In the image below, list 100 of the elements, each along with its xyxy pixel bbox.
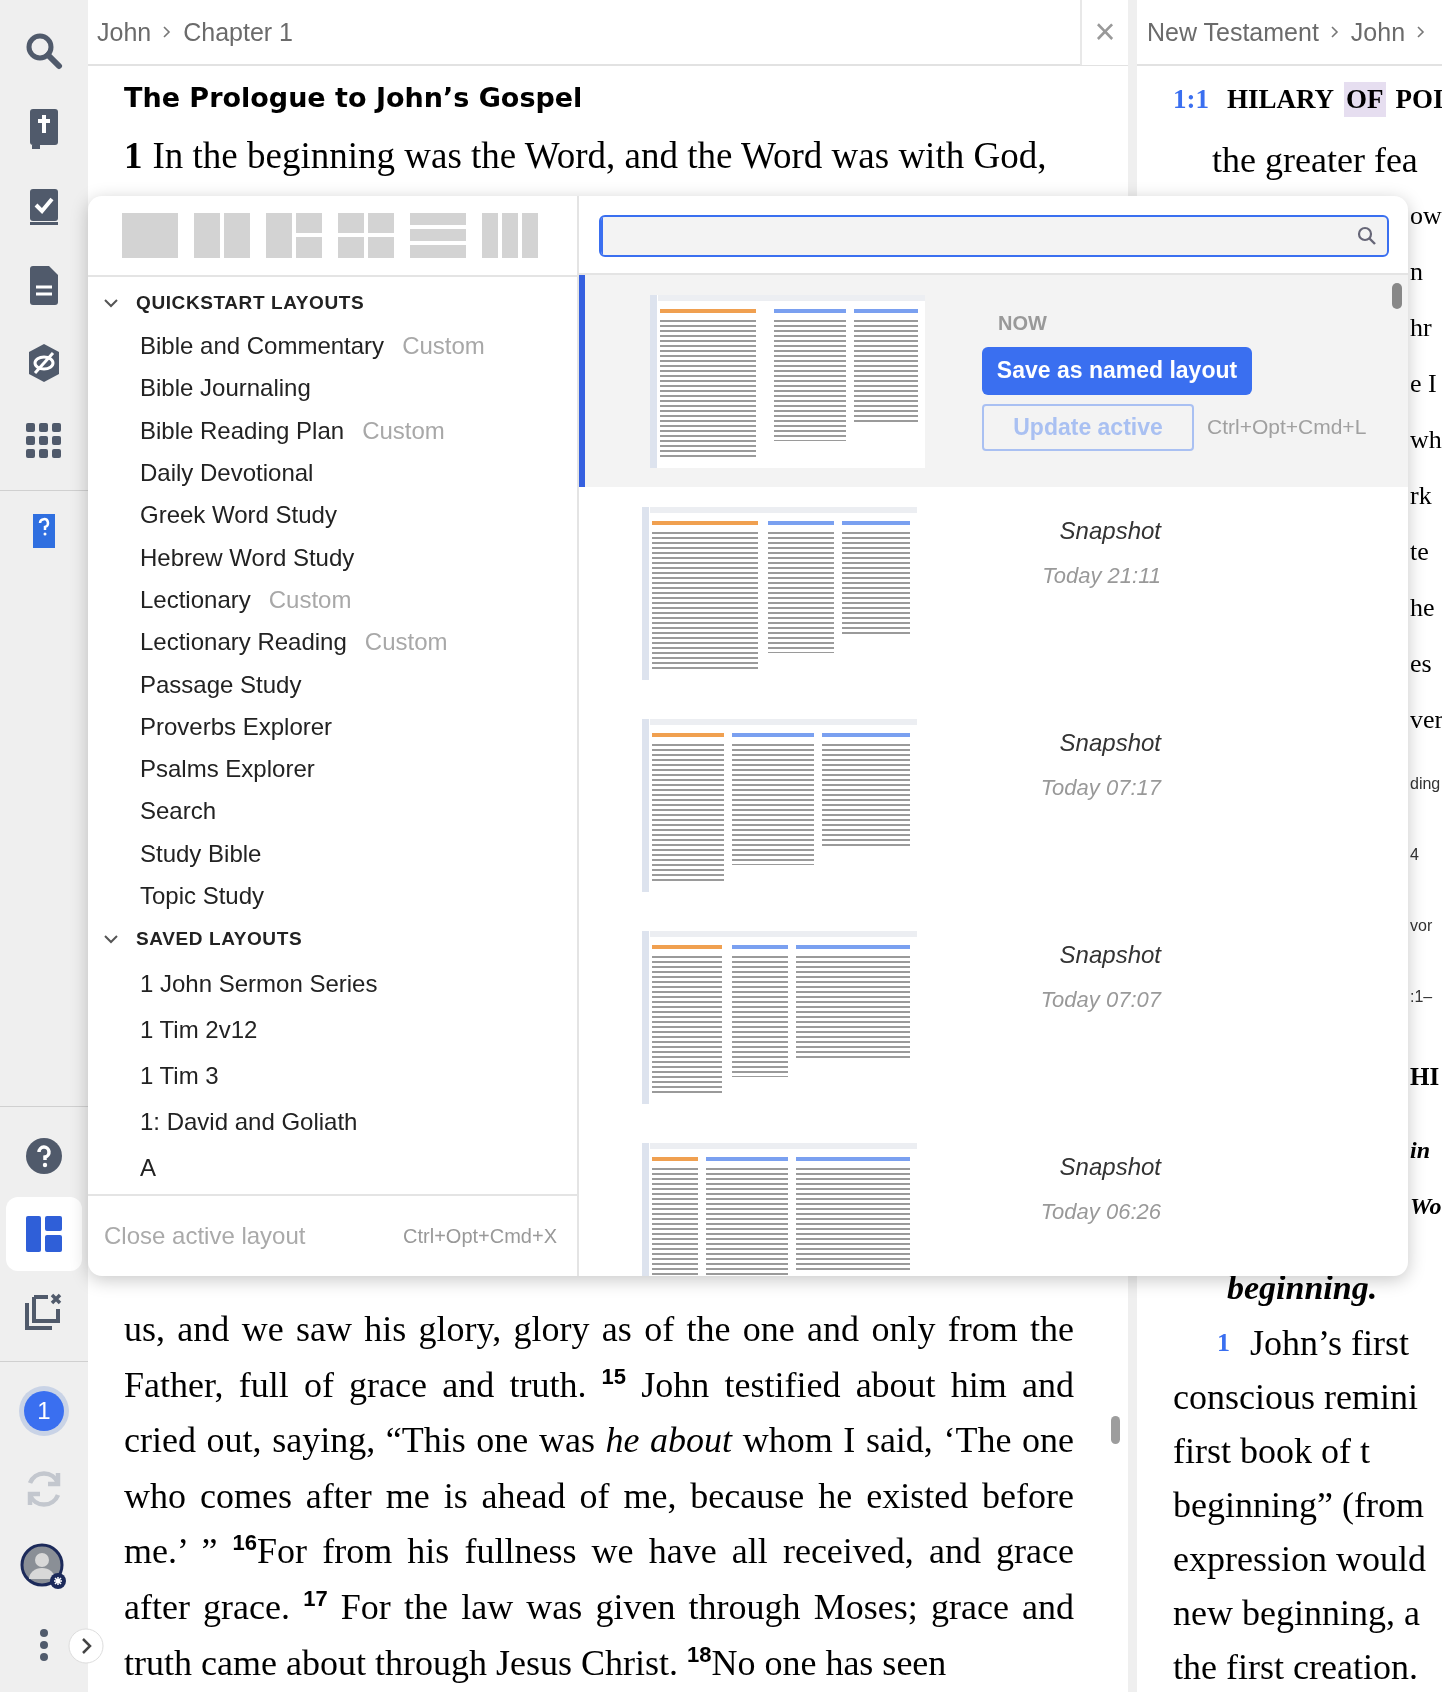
layout-item[interactable]: 1 Tim 2v12 xyxy=(140,1016,258,1045)
snapshot-row[interactable]: Snapshot Today 21:11 xyxy=(579,487,1408,699)
section-title: QUICKSTART LAYOUTS xyxy=(136,292,365,314)
text-fragment: hr xyxy=(1410,313,1432,343)
snapshot-label: Snapshot xyxy=(1059,517,1161,545)
text-fragment: wh xyxy=(1410,425,1442,455)
verse-text: In the beginning was the Word, and the Word was with God, xyxy=(152,135,1047,176)
layouts-button[interactable] xyxy=(6,1197,82,1271)
layout-item[interactable]: Hebrew Word Study xyxy=(140,543,355,572)
commentary-text: conscious remini xyxy=(1173,1376,1418,1418)
layout-item[interactable]: Bible Journaling xyxy=(140,374,311,403)
chevron-icon[interactable] xyxy=(104,934,118,945)
snapshot-label: Snapshot xyxy=(1059,729,1161,757)
now-label: NOW xyxy=(998,311,1048,335)
apps-grid-icon[interactable] xyxy=(26,423,62,459)
layout-icon xyxy=(26,1216,62,1252)
snapshot-time: Today 07:07 xyxy=(1040,987,1161,1013)
commentary-text: expression would xyxy=(1173,1538,1426,1580)
layout-item[interactable]: Greek Word Study xyxy=(140,501,337,530)
text-fragment: rk xyxy=(1410,481,1432,511)
text-fragment: HI xyxy=(1410,1062,1440,1092)
shield-icon[interactable] xyxy=(27,343,61,383)
breadcrumb-item[interactable]: John xyxy=(1350,17,1406,47)
layout-item[interactable]: 1 John Sermon Series xyxy=(140,970,378,999)
text-fragment: ding xyxy=(1410,774,1441,793)
layout-item[interactable]: Search xyxy=(140,797,217,826)
text-fragment: in xyxy=(1410,1136,1430,1164)
shortcut-text: Ctrl+Opt+Cmd+L xyxy=(1207,415,1367,439)
layout-tile-icon[interactable] xyxy=(122,213,178,258)
help-book-icon[interactable] xyxy=(33,514,55,548)
layout-item[interactable]: Proverbs Explorer xyxy=(140,712,333,741)
commentary-text: beginning” (from xyxy=(1173,1484,1424,1526)
highlighted-word: OF xyxy=(1344,81,1386,117)
copy-close-icon xyxy=(24,1293,64,1331)
search-icon[interactable] xyxy=(25,32,63,70)
layout-tile-icon[interactable] xyxy=(482,213,538,258)
text-fragment: vor xyxy=(1410,916,1433,935)
verse-number: 1 xyxy=(124,135,143,176)
layout-tile-icon[interactable] xyxy=(266,213,322,258)
bible-icon[interactable] xyxy=(28,107,60,151)
layout-item[interactable]: 1 Tim 3 xyxy=(140,1062,219,1091)
layout-item[interactable]: Topic Study xyxy=(140,882,265,910)
expand-button[interactable] xyxy=(68,1628,104,1664)
checklist-book-icon[interactable] xyxy=(28,187,60,227)
more-icon[interactable] xyxy=(39,1628,49,1662)
snapshot-time: Today 06:26 xyxy=(1040,1199,1161,1225)
section-title: SAVED LAYOUTS xyxy=(136,928,303,951)
avatar[interactable] xyxy=(20,1543,68,1591)
help-icon xyxy=(25,1137,63,1175)
snapshot-row[interactable]: Snapshot Today 07:17 xyxy=(579,699,1408,911)
snapshot-row[interactable]: Snapshot Today 07:07 xyxy=(579,911,1408,1123)
custom-tag: Custom xyxy=(364,628,448,657)
layout-item[interactable]: Psalms Explorer xyxy=(140,755,315,784)
commentary-text: new beginning, a xyxy=(1173,1592,1420,1634)
save-button[interactable]: Save as named layout xyxy=(982,346,1252,395)
verse-reference[interactable]: 1:1 xyxy=(1173,83,1209,115)
breadcrumb-item[interactable]: New Testament xyxy=(1147,17,1319,47)
current-layout-row[interactable]: NOW Save as named layout Update active Ctrl+Opt+Cmd+L xyxy=(579,275,1408,487)
commentary-text: John’s first xyxy=(1250,1322,1409,1364)
snapshot-label: Snapshot xyxy=(1059,1153,1161,1181)
layout-item[interactable]: Daily Devotional xyxy=(140,459,314,488)
text-fragment: e I xyxy=(1410,369,1437,399)
layout-tile-icon[interactable] xyxy=(410,213,466,258)
commentary-text: the greater fea xyxy=(1211,139,1419,182)
layout-tile-icon[interactable] xyxy=(194,213,250,258)
commentary-text: the first creation. xyxy=(1173,1646,1418,1688)
text-fragment: :1– xyxy=(1410,987,1433,1006)
commentary-text: first book of t xyxy=(1173,1430,1370,1472)
custom-tag: Custom xyxy=(362,416,445,445)
scrollbar-thumb[interactable] xyxy=(1392,283,1402,309)
text-fragment: Wo xyxy=(1410,1192,1442,1220)
layout-item[interactable]: Lectionary Reading xyxy=(140,628,347,657)
scrollbar-thumb[interactable] xyxy=(1111,1416,1120,1444)
search-field[interactable] xyxy=(599,215,1389,257)
layout-item[interactable]: Passage Study xyxy=(140,670,302,699)
text-fragment: he xyxy=(1410,593,1435,623)
text-fragment: n xyxy=(1410,257,1423,287)
chevron-icon[interactable] xyxy=(104,298,118,308)
layout-item[interactable]: Bible Reading Plan xyxy=(140,416,345,445)
heading-word: POI xyxy=(1395,83,1442,115)
layout-item[interactable]: Lectionary xyxy=(140,585,251,614)
document-icon[interactable] xyxy=(28,265,60,305)
layout-item[interactable]: Study Bible xyxy=(140,839,262,868)
snapshot-label: Snapshot xyxy=(1059,941,1161,969)
breadcrumb-item[interactable]: John xyxy=(97,17,152,47)
passage-text: us, and we saw his glory, glory as of the one and only from the Father, full of grace and truth. $^{15}$ John testified about him and cried out, saying, “This one was he about whom I said, ‘The one who comes after me is ahead of me, because he existed before me.’ ” $^{16}$For from his fullness we have all received, and grace after grace. $^{17}$ For the law was given through Moses; grace and truth came about through Jesus Christ. $^{18}$No one has seen xyxy=(124,1308,1074,1685)
layout-item[interactable]: A xyxy=(140,1154,156,1183)
text-fragment: 4 xyxy=(1410,845,1419,864)
custom-tag: Custom xyxy=(268,585,352,614)
layout-tile-icon[interactable] xyxy=(338,213,394,258)
shortcut-text: Ctrl+Opt+Cmd+X xyxy=(403,1224,557,1248)
heading-word: HILARY xyxy=(1227,83,1335,115)
layout-item[interactable]: Bible and Commentary xyxy=(140,332,385,361)
chevron-icon xyxy=(1417,26,1426,38)
text-fragment: es xyxy=(1410,649,1432,679)
breadcrumb-item[interactable]: Chapter 1 xyxy=(183,17,293,47)
text-fragment: te xyxy=(1410,537,1429,567)
section-heading: The Prologue to John’s Gospel xyxy=(124,81,584,115)
layout-item[interactable]: 1: David and Goliath xyxy=(140,1108,358,1137)
text-fragment: ow xyxy=(1410,201,1442,231)
